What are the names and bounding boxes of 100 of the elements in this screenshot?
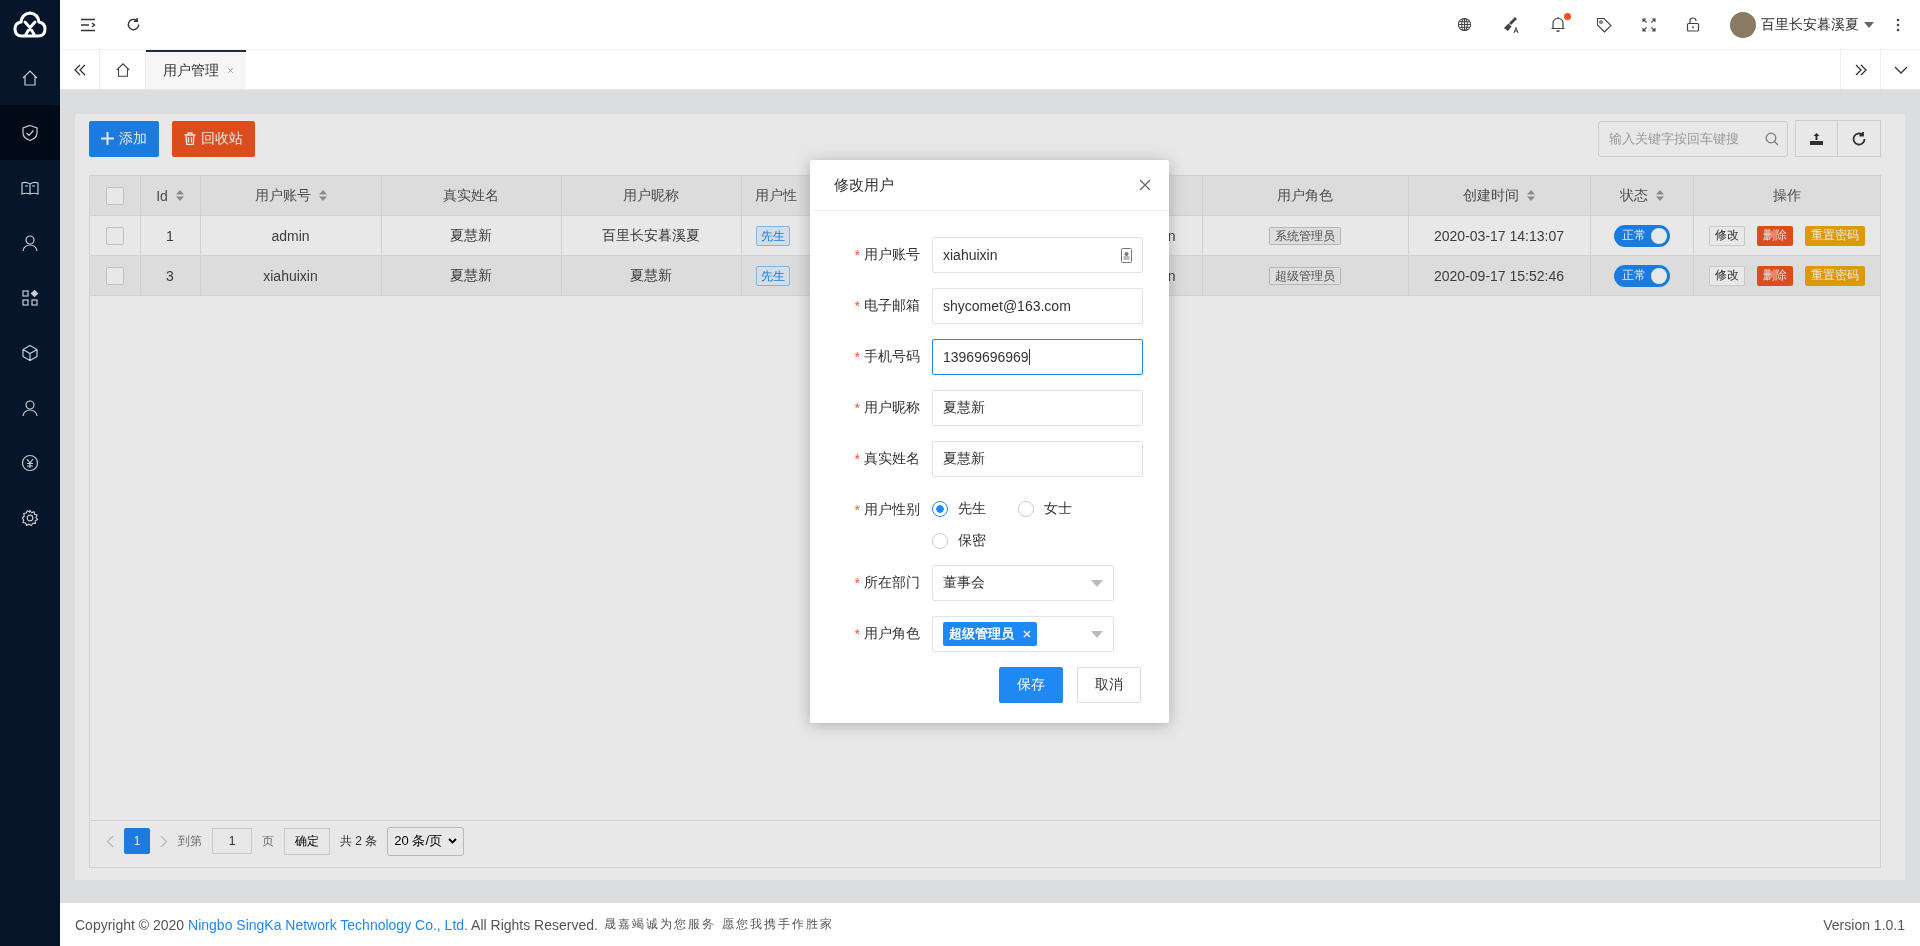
sort-icon[interactable] (175, 190, 184, 201)
yen-icon (21, 453, 39, 472)
column-header: 用户角色 (1277, 186, 1333, 205)
column-header: 用户账号 (254, 186, 311, 205)
search-icon (1765, 131, 1779, 146)
select-all-checkbox[interactable] (105, 186, 124, 205)
table-cell: admin (271, 227, 310, 244)
role-chip: 超级管理员 (943, 622, 1037, 646)
department-select[interactable]: 董事会 (932, 565, 1114, 601)
delete-button[interactable]: 删除 (1756, 225, 1793, 246)
required-asterisk: * (854, 575, 860, 591)
add-button[interactable]: 添加 (89, 120, 159, 157)
page-number[interactable]: 1 (124, 828, 150, 854)
export-tray-icon (1809, 131, 1824, 146)
field-label: 真实姓名 (864, 450, 920, 468)
total-count: 共 2 条 (340, 832, 378, 850)
caret-icon (1091, 579, 1103, 587)
column-header: 用户性 (754, 186, 797, 205)
table-cell: xiahuixin (263, 267, 318, 284)
radio-option[interactable]: 女士 (1018, 500, 1082, 518)
input-field[interactable]: xiahuixin (932, 237, 1143, 273)
field-label: 电子邮箱 (864, 297, 920, 315)
field-label: 用户角色 (864, 625, 920, 643)
version-text: Version 1.0.1 (1823, 916, 1905, 933)
field-label: 用户性别 (864, 501, 920, 519)
edit-button[interactable]: 修改 (1708, 225, 1745, 246)
double-chevron-right-icon (1853, 63, 1868, 76)
brush-icon[interactable] (1502, 15, 1520, 34)
status-switch[interactable]: 正常 (1613, 224, 1670, 247)
column-header: 创建时间 (1463, 186, 1519, 205)
row-checkbox[interactable] (105, 266, 124, 285)
home-icon (114, 61, 131, 78)
table-cell: 百里长安暮溪夏 (602, 226, 700, 243)
sidebar-item[interactable] (0, 105, 60, 160)
page-size-select[interactable]: 20 条/页 (387, 826, 465, 856)
input-field[interactable]: 夏慧新 (932, 441, 1143, 477)
radio-option[interactable]: 先生 (932, 500, 996, 518)
delete-button[interactable]: 删除 (1756, 265, 1793, 286)
save-button[interactable]: 保存 (999, 667, 1063, 703)
radio-option[interactable]: 保密 (932, 532, 996, 550)
shield-check-icon (21, 123, 39, 142)
table-cell: 2020-09-17 15:52:46 (1434, 267, 1564, 284)
role-select[interactable]: 超级管理员 (932, 616, 1114, 652)
export-button[interactable] (1795, 120, 1838, 157)
close-icon[interactable] (1139, 179, 1151, 191)
input-field[interactable]: 夏慧新 (932, 390, 1143, 426)
more-icon[interactable] (1896, 17, 1900, 32)
plus-icon (101, 132, 114, 145)
copyright-text: Copyright © 2020 Ningbo SingKa Network Technology Co., Ltd. All Rights Reserved. (75, 916, 598, 933)
user-icon (21, 233, 39, 252)
table-cell: 3 (166, 267, 174, 284)
status-switch[interactable]: 正常 (1613, 264, 1670, 287)
cloud-logo-icon (13, 10, 47, 40)
row-checkbox[interactable] (105, 226, 124, 245)
required-asterisk: * (854, 247, 860, 263)
required-asterisk: * (854, 626, 860, 642)
double-chevron-left-icon (72, 63, 87, 76)
table-cell: 2020-03-17 14:13:07 (1434, 227, 1564, 244)
lock-icon[interactable] (1686, 17, 1700, 32)
role-tag: 超级管理员 (1269, 266, 1341, 285)
company-link[interactable]: Ningbo SingKa Network Technology Co., Ltd. (188, 916, 468, 933)
settings-icon (21, 508, 39, 527)
page-tab[interactable]: 用户管理 (146, 50, 246, 89)
page-input[interactable]: 1 (212, 828, 252, 854)
globe-icon[interactable] (1457, 17, 1472, 32)
user-menu[interactable]: 百里长安暮溪夏 (1730, 11, 1874, 38)
trash-icon (184, 132, 196, 145)
sort-icon[interactable] (1527, 190, 1535, 201)
sort-icon[interactable] (318, 190, 327, 201)
field-label: 所在部门 (864, 574, 920, 592)
confirm-button[interactable]: 确定 (284, 827, 330, 855)
table-cell: 夏慧新 (630, 266, 672, 283)
role-tag: 系统管理员 (1269, 226, 1341, 245)
input-field[interactable]: 13969696969 (932, 339, 1143, 375)
required-asterisk: * (854, 349, 860, 365)
table-cell: n (1167, 267, 1176, 284)
refresh-icon (1851, 130, 1867, 147)
fullscreen-icon[interactable] (1642, 17, 1656, 32)
column-header: 操作 (1772, 186, 1801, 205)
tag-icon[interactable] (1596, 16, 1612, 33)
recycle-bin-button[interactable]: 回收站 (172, 120, 255, 157)
table-cell: 夏慧新 (450, 226, 492, 243)
goto-label: 到第 (178, 832, 202, 850)
table-cell: 夏慧新 (450, 266, 492, 283)
search-field[interactable]: 输入关键字按回车键搜 (1598, 120, 1788, 157)
edit-button[interactable]: 修改 (1708, 265, 1745, 286)
column-header: 状态 (1619, 186, 1648, 205)
column-header: Id (156, 187, 168, 204)
refresh-button[interactable] (1838, 120, 1881, 157)
menu-icon[interactable] (80, 17, 96, 32)
cancel-button[interactable]: 取消 (1077, 667, 1141, 703)
bell-icon[interactable] (1550, 16, 1566, 33)
contact-card-icon[interactable] (1121, 247, 1132, 263)
required-asterisk: * (854, 298, 860, 314)
refresh-icon[interactable] (126, 17, 141, 32)
column-header: 真实姓名 (443, 186, 499, 205)
remove-icon[interactable] (1023, 630, 1031, 638)
input-field[interactable]: shycomet@163.com (932, 288, 1143, 324)
sort-icon[interactable] (1655, 190, 1664, 201)
field-label: 用户昵称 (864, 399, 920, 417)
